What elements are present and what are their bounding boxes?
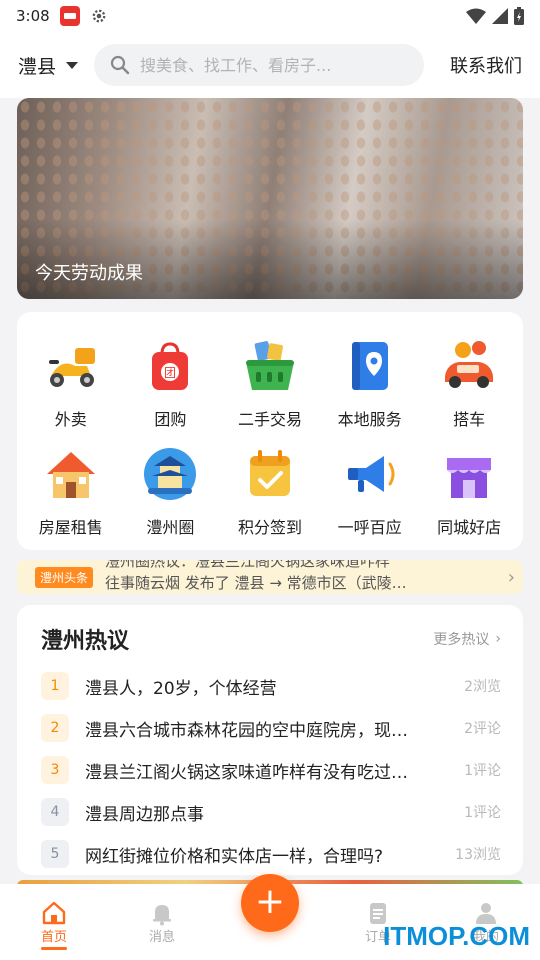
topic-meta: 2评论 (464, 721, 501, 737)
topic-title: 网红街摊位价格和实体店一样，合理吗? (85, 846, 384, 867)
rank-badge: 2 (41, 714, 69, 742)
headline-text: 往事随云烟 发布了 澧县 → 常德市区（武陵… (105, 574, 407, 592)
topic-row[interactable]: 4 澧县周边那点事 1评论 (41, 791, 501, 833)
service-second-hand[interactable]: 二手交易 (220, 332, 320, 430)
service-lizhou-circle[interactable]: 澧州圈 (121, 440, 221, 538)
services-card: 外卖 团 团购 二手交易 本地服务 搭车 房屋租售 澧州圈 积分签到 一呼百应 … (17, 312, 523, 550)
service-label: 积分签到 (237, 518, 302, 537)
service-label: 搭车 (453, 410, 486, 429)
service-label: 澧州圈 (146, 518, 195, 537)
plus-icon: + (254, 880, 286, 922)
contact-us-link[interactable]: 联系我们 (450, 52, 522, 78)
topic-row[interactable]: 3 澧县兰江阁火锅这家味道咋样有没有吃过… 1评论 (41, 749, 501, 791)
chevron-right-icon: › (507, 566, 515, 588)
service-local[interactable]: 本地服务 (320, 332, 420, 430)
signal-icon (492, 8, 508, 24)
search-icon (110, 55, 130, 75)
topic-title: 澧县兰江阁火锅这家味道咋样有没有吃过… (85, 762, 408, 783)
basket-icon (236, 332, 304, 400)
rank-badge: 4 (41, 798, 69, 826)
map-pin-book-icon (336, 332, 404, 400)
house-icon (37, 440, 105, 508)
topic-meta: 1评论 (464, 763, 501, 779)
service-label: 外卖 (54, 410, 87, 429)
service-label: 团购 (154, 410, 187, 429)
watermark-text: ITMOP.COM (383, 921, 530, 951)
more-topics-link[interactable]: 更多热议 › (433, 629, 501, 649)
service-label: 同城好店 (437, 518, 502, 537)
headline-ticker[interactable]: 澧州头条 澧州圈热议：澧县兰江阁火锅这家味道咋样 往事随云烟 发布了 澧县 → … (17, 560, 523, 594)
topic-row[interactable]: 1 澧县人，20岁，个体经营 2浏览 (41, 665, 501, 707)
pagoda-icon (136, 440, 204, 508)
battery-icon (514, 7, 524, 25)
banner-carousel[interactable]: 今天劳动成果 (17, 98, 523, 299)
tab-home[interactable]: 首页 (0, 900, 108, 950)
status-bar: 3:08 (0, 0, 540, 32)
status-time: 3:08 (16, 7, 50, 25)
banner-caption: 今天劳动成果 (35, 263, 143, 284)
service-checkin[interactable]: 积分签到 (220, 440, 320, 538)
settings-notification-icon (92, 9, 106, 23)
service-housing[interactable]: 房屋租售 (21, 440, 121, 538)
home-icon (42, 901, 66, 925)
service-label: 本地服务 (337, 410, 402, 429)
service-label: 一呼百应 (337, 518, 402, 537)
wifi-icon (466, 8, 486, 24)
service-label: 房屋租售 (38, 518, 103, 537)
service-good-shops[interactable]: 同城好店 (419, 440, 519, 538)
topic-row[interactable]: 2 澧县六合城市森林花园的空中庭院房，现… 2评论 (41, 707, 501, 749)
section-title: 澧州热议 (41, 629, 130, 654)
topic-row[interactable]: 5 网红街摊位价格和实体店一样，合理吗? 13浏览 (41, 833, 501, 875)
service-group-buy[interactable]: 团 团购 (121, 332, 221, 430)
service-takeout[interactable]: 外卖 (21, 332, 121, 430)
topic-meta: 1评论 (464, 805, 501, 821)
topic-title: 澧县周边那点事 (85, 804, 204, 825)
chevron-down-icon (66, 61, 79, 69)
rank-badge: 1 (41, 672, 69, 700)
rank-badge: 3 (41, 756, 69, 784)
headline-tag: 澧州头条 (35, 566, 94, 588)
publish-button[interactable]: + (241, 874, 299, 932)
storefront-icon (435, 440, 503, 508)
tab-messages[interactable]: 消息 (108, 900, 216, 945)
rank-badge: 5 (41, 840, 69, 868)
top-header: 澧县 联系我们 (0, 32, 540, 98)
headline-text-previous: 澧州圈热议：澧县兰江阁火锅这家味道咋样 (105, 560, 391, 570)
svg-text:团: 团 (164, 366, 176, 380)
calendar-check-icon (236, 440, 304, 508)
car-icon (435, 332, 503, 400)
bell-icon (153, 905, 171, 926)
service-label: 二手交易 (237, 410, 302, 429)
search-input[interactable] (140, 55, 401, 75)
city-name: 澧县 (18, 55, 57, 78)
topic-title: 澧县人，20岁，个体经营 (85, 678, 277, 699)
chevron-right-icon: › (495, 631, 501, 647)
hot-topics-card: 澧州热议 更多热议 › 1 澧县人，20岁，个体经营 2浏览 2 澧县六合城市森… (17, 605, 523, 875)
topic-meta: 2浏览 (464, 679, 501, 695)
search-bar[interactable] (94, 44, 425, 86)
service-carpool[interactable]: 搭车 (419, 332, 519, 430)
megaphone-icon (336, 440, 404, 508)
topic-meta: 13浏览 (455, 847, 501, 863)
scooter-icon (37, 332, 105, 400)
city-selector[interactable]: 澧县 (18, 52, 79, 79)
app-notification-icon (59, 6, 80, 26)
service-broadcast[interactable]: 一呼百应 (320, 440, 420, 538)
shopping-bag-icon: 团 (136, 332, 204, 400)
topic-title: 澧县六合城市森林花园的空中庭院房，现… (85, 720, 408, 741)
